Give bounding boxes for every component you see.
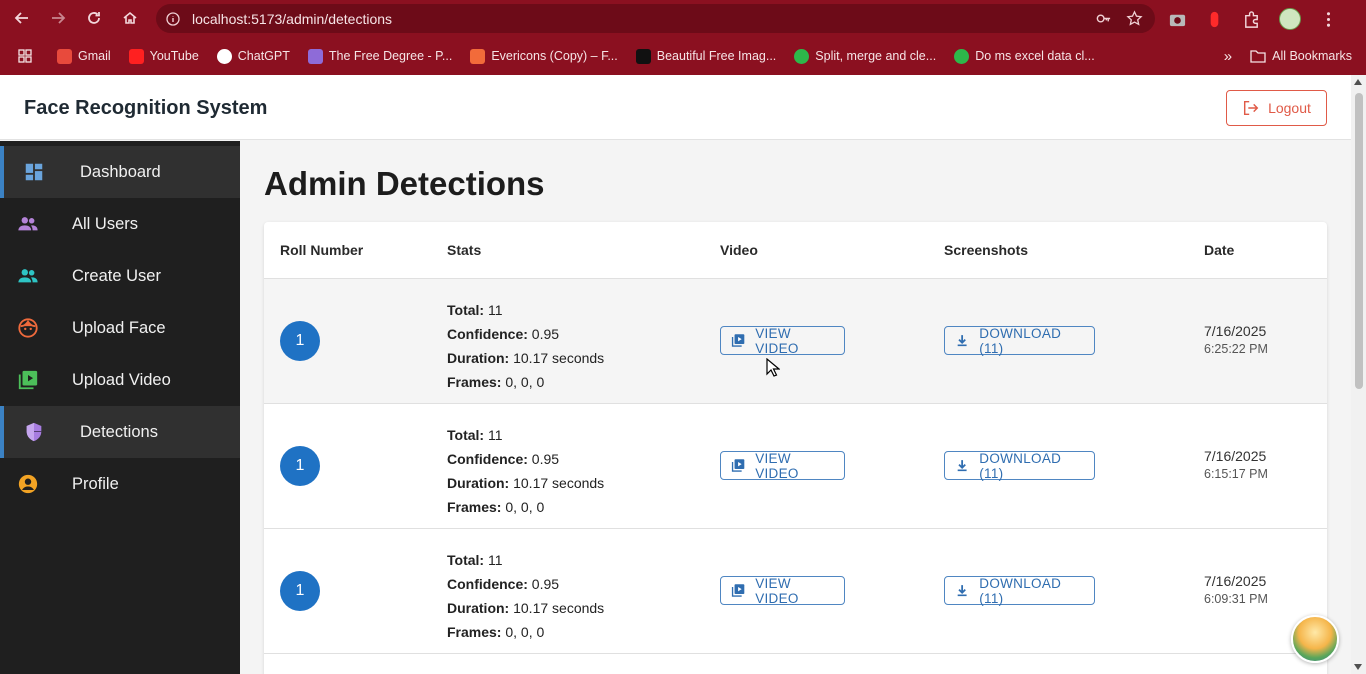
scroll-down-arrow-icon[interactable] [1354,664,1362,670]
apps-grid-icon[interactable] [0,49,48,63]
mouse-cursor-icon [766,358,780,377]
sidebar-item-create-user[interactable]: Create User [0,250,240,302]
bookmark-evericons[interactable]: Evericons (Copy) – F... [461,48,626,64]
main-content: Admin Detections Roll Number Stats Video… [240,141,1351,674]
roll-number-badge: 1 [280,321,320,361]
detection-stats: Total: 11 Confidence: 0.95 Duration: 10.… [447,302,605,390]
bookmark-free-images[interactable]: Beautiful Free Imag... [627,48,786,64]
download-screenshots-button[interactable]: DOWNLOAD (11) [944,576,1095,606]
scroll-up-arrow-icon[interactable] [1354,79,1362,85]
detection-stats: Total: 11 Confidence: 0.95 Duration: 10.… [447,427,605,515]
bookmark-youtube[interactable]: YouTube [120,48,208,64]
password-key-icon[interactable] [1095,10,1112,27]
shield-icon [22,420,46,444]
all-bookmarks-button[interactable]: All Bookmarks [1250,49,1352,63]
detection-date: 7/16/2025 6:09:31 PM [1204,573,1268,606]
profile-avatar-icon[interactable] [1279,8,1301,30]
table-header: Roll Number Stats Video Screenshots Date [264,222,1327,279]
folder-icon [1250,50,1266,63]
fiverr-icon [954,48,970,64]
view-video-button[interactable]: VIEW VIDEO [720,326,845,356]
scroll-thumb[interactable] [1355,93,1363,389]
page-title: Admin Detections [264,165,545,202]
download-icon [957,335,967,347]
floating-assistant-icon[interactable] [1291,615,1339,663]
back-icon[interactable] [4,0,40,36]
view-video-button[interactable]: VIEW VIDEO [720,576,845,606]
column-header-screenshots: Screenshots [944,242,1029,258]
free-degree-icon [307,48,323,64]
figma-icon [470,48,486,64]
home-icon[interactable] [112,0,148,36]
forward-icon[interactable] [40,0,76,36]
url-text: localhost:5173/admin/detections [192,10,393,27]
roll-number-badge: 1 [280,571,320,611]
video-library-icon [16,368,40,392]
chatgpt-icon [216,48,232,64]
bookmark-free-degree[interactable]: The Free Degree - P... [299,48,461,64]
face-icon [16,316,40,340]
download-screenshots-button[interactable]: DOWNLOAD (11) [944,326,1095,356]
table-row: 1 Total: 11 Confidence: 0.95 Duration: 1… [264,279,1327,404]
bookmark-excel-data[interactable]: Do ms excel data cl... [945,48,1104,64]
sidebar-item-all-users[interactable]: All Users [0,198,240,250]
column-header-roll-number: Roll Number [280,242,364,258]
video-library-icon [731,334,745,347]
detection-stats: Total: 11 Confidence: 0.95 Duration: 10.… [447,552,605,640]
view-video-button[interactable]: VIEW VIDEO [720,451,845,481]
download-screenshots-button[interactable]: DOWNLOAD (11) [944,451,1095,481]
table-row: 1 Total: 11 Confidence: 0.95 Duration: 1… [264,529,1327,654]
unsplash-icon [635,48,651,64]
video-library-icon [731,584,745,597]
reload-icon[interactable] [76,0,112,36]
table-row: 1 Total: 11 Confidence: 0.95 Duration: 1… [264,404,1327,529]
gmail-icon [57,48,72,64]
dashboard-icon [22,160,46,184]
bookmark-gmail[interactable]: Gmail [48,48,120,64]
logout-button[interactable]: Logout [1226,90,1327,126]
video-library-icon [731,459,745,472]
bookmarks-bar: Gmail YouTube ChatGPT The Free Degree - … [0,37,1366,75]
account-circle-icon [16,472,40,496]
bookmarks-overflow-icon[interactable]: » [1224,48,1232,65]
logout-icon [1244,100,1259,116]
detection-date: 7/16/2025 6:25:22 PM [1204,323,1268,356]
column-header-stats: Stats [447,242,482,258]
menu-dots-icon[interactable] [1319,10,1338,29]
download-icon [957,585,967,597]
fiverr-icon [794,48,810,64]
download-icon [957,460,967,472]
youtube-icon [128,48,144,64]
detections-table: Roll Number Stats Video Screenshots Date… [264,222,1327,674]
people-icon [16,264,40,288]
bookmark-star-icon[interactable] [1126,10,1143,27]
address-bar[interactable]: localhost:5173/admin/detections [156,4,1155,33]
column-header-video: Video [720,242,758,258]
browser-toolbar: localhost:5173/admin/detections [0,0,1366,37]
column-header-date: Date [1204,242,1235,258]
roll-number-badge: 1 [280,446,320,486]
bookmark-chatgpt[interactable]: ChatGPT [208,48,299,64]
app-title: Face Recognition System [24,97,268,119]
app-header: Face Recognition System Logout [0,75,1351,140]
people-icon [16,212,40,236]
detection-date: 7/16/2025 6:15:17 PM [1204,448,1268,481]
sidebar-item-upload-face[interactable]: Upload Face [0,302,240,354]
sidebar-item-profile[interactable]: Profile [0,458,240,510]
record-extension-icon[interactable] [1205,10,1224,29]
page-scrollbar[interactable] [1351,75,1366,674]
extensions-puzzle-icon[interactable] [1242,10,1261,29]
camera-extension-icon[interactable] [1168,10,1187,29]
sidebar-item-detections[interactable]: Detections [0,406,240,458]
sidebar-item-dashboard[interactable]: Dashboard [0,146,240,198]
site-info-icon[interactable] [166,11,180,26]
bookmark-split-merge[interactable]: Split, merge and cle... [785,48,945,64]
sidebar-item-upload-video[interactable]: Upload Video [0,354,240,406]
sidebar: Dashboard All Users Create User Upload F… [0,141,240,674]
